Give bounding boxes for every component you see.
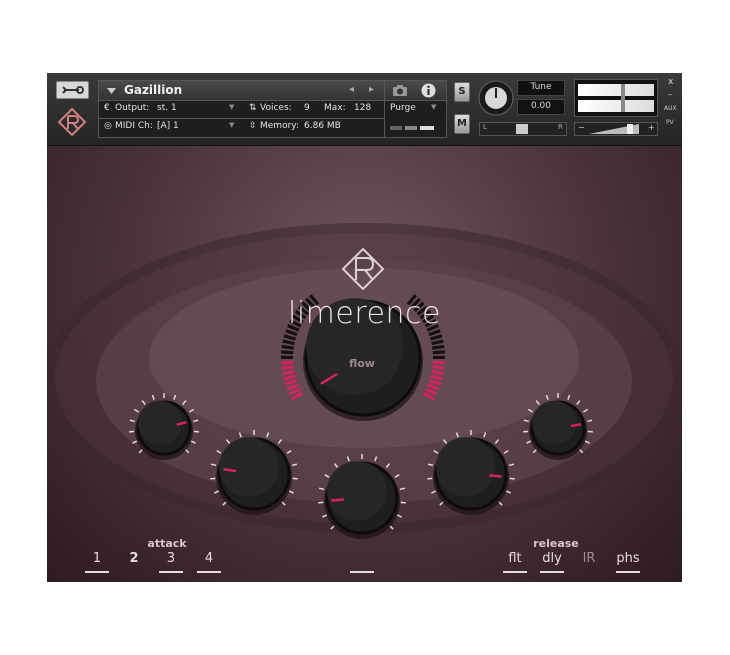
tune-knob[interactable]: [477, 79, 515, 117]
voices-value: 9: [304, 103, 310, 113]
knob-tick: [427, 477, 433, 480]
release-label: release: [533, 537, 579, 550]
output-label: Output:: [115, 103, 150, 113]
purge-dropdown-icon[interactable]: ▼: [431, 103, 436, 111]
meter-segment: [432, 365, 445, 370]
effect-tab-dly[interactable]: dly: [537, 551, 567, 566]
page-tab-1[interactable]: 1: [85, 551, 109, 566]
flow-label: flow: [349, 357, 375, 370]
disk-meter-segment: [420, 126, 434, 130]
volume-slider[interactable]: − +: [574, 122, 658, 136]
effect-tab-IR[interactable]: IR: [574, 551, 604, 566]
pan-slider[interactable]: L R: [479, 122, 567, 136]
minimize-icon[interactable]: –: [668, 90, 672, 99]
tune-label: Tune: [517, 80, 565, 96]
knob-tick: [210, 477, 216, 480]
page-tab-underline: [159, 571, 183, 573]
prev-instrument-icon[interactable]: ◂: [349, 84, 354, 95]
dropdown-triangle-icon[interactable]: [107, 87, 117, 95]
instrument-name[interactable]: Gazillion: [124, 83, 182, 97]
voices-icon: ⇅: [249, 103, 257, 113]
knob-tick: [509, 477, 515, 480]
solo-button[interactable]: S: [454, 82, 470, 102]
output-dropdown-icon[interactable]: ▼: [229, 103, 234, 111]
knob-tick: [587, 430, 593, 433]
camera-icon[interactable]: [392, 84, 408, 97]
cpu-meter-segment: [405, 126, 417, 130]
page-tab-underline: [197, 571, 221, 573]
voices-label: Voices:: [260, 103, 292, 113]
output-level-meter: [574, 79, 658, 117]
knob-tick: [400, 501, 406, 504]
meter-segment: [282, 369, 295, 376]
next-instrument-icon[interactable]: ▸: [369, 84, 374, 95]
cpu-meter-segment: [390, 126, 402, 130]
output-icon: €: [104, 103, 110, 113]
page-tab-4[interactable]: 4: [197, 551, 221, 566]
knob-tick: [523, 430, 529, 433]
instrument-info-panel: Gazillion ◂ ▸ € Output: st. 1 ▼ ⇅ Voices…: [98, 80, 447, 138]
density-knob-indicator: [223, 468, 237, 473]
brand-logo-icon: [57, 107, 87, 137]
midi-dropdown-icon[interactable]: ▼: [229, 121, 234, 129]
shape-knob-indicator: [331, 498, 345, 502]
effect-tab-underline: [503, 571, 527, 573]
aux-button[interactable]: AUX: [664, 105, 677, 112]
midi-channel-value[interactable]: [A] 1: [157, 121, 179, 131]
pan-right-label: R: [558, 123, 563, 131]
output-value[interactable]: st. 1: [157, 103, 177, 113]
close-icon[interactable]: x: [668, 77, 673, 87]
meter-segment: [281, 360, 294, 365]
knob-tick: [193, 430, 199, 433]
meter-segment: [281, 350, 294, 355]
volume-plus-button[interactable]: +: [648, 123, 655, 132]
effect-tab-flt[interactable]: flt: [500, 551, 530, 566]
instrument-main-panel: limerence flow attack density shape tone…: [47, 146, 682, 582]
meter-segment: [432, 350, 445, 355]
meter-segment: [431, 369, 444, 376]
release-knob-indicator: [570, 423, 582, 428]
pan-handle[interactable]: [516, 124, 528, 134]
page-tab-underline: [85, 571, 109, 573]
purge-button[interactable]: Purge: [390, 103, 416, 113]
info-icon[interactable]: [421, 83, 436, 98]
memory-icon: ⇳: [249, 121, 257, 131]
volume-minus-button[interactable]: −: [578, 123, 585, 132]
tune-value[interactable]: 0.00: [517, 99, 565, 115]
meter-segment: [281, 365, 294, 370]
effect-tab-underline: [540, 571, 564, 573]
max-voices-value[interactable]: 128: [354, 103, 371, 113]
mute-button[interactable]: M: [454, 114, 470, 134]
midi-icon: ◎: [104, 121, 112, 131]
knob-tick: [129, 430, 135, 433]
max-voices-label: Max:: [324, 103, 346, 113]
attack-label: attack: [147, 537, 187, 550]
wrench-icon[interactable]: [56, 81, 89, 99]
plugin-window: Gazillion ◂ ▸ € Output: st. 1 ▼ ⇅ Voices…: [47, 73, 682, 582]
instrument-header: Gazillion ◂ ▸ € Output: st. 1 ▼ ⇅ Voices…: [47, 73, 682, 146]
pan-left-label: L: [483, 123, 487, 131]
memory-label: Memory:: [260, 121, 299, 131]
product-title: limerence: [288, 296, 441, 331]
meter-segment: [281, 344, 294, 350]
effect-tab-phs[interactable]: phs: [613, 551, 643, 566]
memory-value: 6.86 MB: [304, 121, 341, 131]
knob-tick: [292, 477, 298, 480]
page-tab-3[interactable]: 3: [159, 551, 183, 566]
midi-channel-label: MIDI Ch:: [115, 121, 153, 131]
tone-knob-indicator: [488, 474, 502, 478]
page-tab-2[interactable]: 2: [122, 551, 146, 566]
meter-segment: [432, 360, 445, 365]
meter-segment: [432, 344, 445, 350]
pv-button[interactable]: PV: [666, 119, 674, 126]
knob-tick: [318, 501, 324, 504]
shape-underline: [350, 571, 374, 573]
effect-tab-underline: [616, 571, 640, 573]
